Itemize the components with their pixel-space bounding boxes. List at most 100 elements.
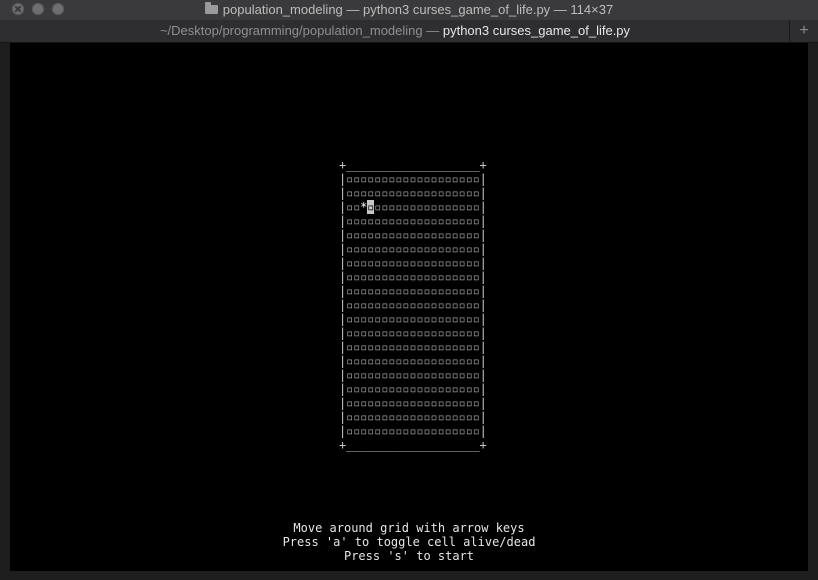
grid-cell-dead[interactable]: ▫: [452, 172, 459, 186]
grid-cell-dead[interactable]: ▫: [459, 270, 466, 284]
grid-cell-dead[interactable]: ▫: [459, 382, 466, 396]
grid-cell-dead[interactable]: ▫: [459, 200, 466, 214]
grid-cell-dead[interactable]: ▫: [444, 382, 451, 396]
grid-cell-dead[interactable]: ▫: [346, 340, 353, 354]
grid-cell-dead[interactable]: ▫: [346, 242, 353, 256]
grid-cell-dead[interactable]: ▫: [346, 312, 353, 326]
grid-cell-dead[interactable]: ▫: [466, 242, 473, 256]
grid-cell-dead[interactable]: ▫: [459, 354, 466, 368]
grid-cell-dead[interactable]: ▫: [466, 298, 473, 312]
grid-cell-dead[interactable]: ▫: [452, 312, 459, 326]
grid-cell-dead[interactable]: ▫: [452, 354, 459, 368]
grid-cell-dead[interactable]: ▫: [346, 326, 353, 340]
grid-cell-dead[interactable]: ▫: [346, 172, 353, 186]
grid-cell-dead[interactable]: ▫: [459, 368, 466, 382]
grid-cell-dead[interactable]: ▫: [459, 256, 466, 270]
grid-cell-dead[interactable]: ▫: [459, 424, 466, 438]
grid-cell-dead[interactable]: ▫: [452, 200, 459, 214]
grid-cell-dead[interactable]: ▫: [459, 214, 466, 228]
grid-cell-dead[interactable]: ▫: [466, 368, 473, 382]
grid-cell-dead[interactable]: ▫: [466, 200, 473, 214]
grid-cell-dead[interactable]: ▫: [459, 298, 466, 312]
grid-cell-dead[interactable]: ▫: [473, 242, 480, 256]
grid-cell-dead[interactable]: ▫: [473, 340, 480, 354]
grid-cell-dead[interactable]: ▫: [473, 284, 480, 298]
grid-cell-dead[interactable]: ▫: [466, 228, 473, 242]
grid-cell-dead[interactable]: ▫: [444, 354, 451, 368]
grid-cell-dead[interactable]: ▫: [346, 228, 353, 242]
grid-cell-dead[interactable]: ▫: [466, 410, 473, 424]
grid-cell-dead[interactable]: ▫: [473, 312, 480, 326]
grid-cell-dead[interactable]: ▫: [346, 270, 353, 284]
grid-cell-dead[interactable]: ▫: [473, 186, 480, 200]
grid-cell-dead[interactable]: ▫: [444, 312, 451, 326]
grid-cell-dead[interactable]: ▫: [444, 172, 451, 186]
grid-cell-dead[interactable]: ▫: [444, 214, 451, 228]
grid-cell-dead[interactable]: ▫: [459, 228, 466, 242]
grid-cell-dead[interactable]: ▫: [459, 340, 466, 354]
grid-cell-dead[interactable]: ▫: [459, 312, 466, 326]
grid-cell-dead[interactable]: ▫: [473, 228, 480, 242]
grid-cell-dead[interactable]: ▫: [466, 326, 473, 340]
grid-cell-dead[interactable]: ▫: [444, 396, 451, 410]
grid-cell-dead[interactable]: ▫: [444, 186, 451, 200]
grid-cell-dead[interactable]: ▫: [452, 242, 459, 256]
grid-cell-dead[interactable]: ▫: [466, 340, 473, 354]
grid-cell-dead[interactable]: ▫: [452, 186, 459, 200]
grid-cell-dead[interactable]: ▫: [452, 256, 459, 270]
grid-cell-dead[interactable]: ▫: [466, 270, 473, 284]
grid-cell-dead[interactable]: ▫: [346, 410, 353, 424]
grid-cell-dead[interactable]: ▫: [473, 298, 480, 312]
grid-cell-dead[interactable]: ▫: [346, 186, 353, 200]
grid-cell-dead[interactable]: ▫: [452, 228, 459, 242]
grid-cell-dead[interactable]: ▫: [473, 214, 480, 228]
grid-cell-dead[interactable]: ▫: [452, 298, 459, 312]
grid-cell-dead[interactable]: ▫: [346, 424, 353, 438]
grid-cell-dead[interactable]: ▫: [452, 424, 459, 438]
grid-cell-dead[interactable]: ▫: [444, 270, 451, 284]
grid-cell-dead[interactable]: ▫: [459, 326, 466, 340]
grid-cell-dead[interactable]: ▫: [346, 368, 353, 382]
grid-cell-dead[interactable]: ▫: [459, 410, 466, 424]
grid-cell-dead[interactable]: ▫: [466, 424, 473, 438]
grid-cell-dead[interactable]: ▫: [473, 270, 480, 284]
grid-cell-dead[interactable]: ▫: [452, 214, 459, 228]
grid-cell-dead[interactable]: ▫: [346, 200, 353, 214]
grid-cell-dead[interactable]: ▫: [473, 396, 480, 410]
grid-cell-dead[interactable]: ▫: [444, 326, 451, 340]
grid-cell-dead[interactable]: ▫: [466, 186, 473, 200]
grid-cell-dead[interactable]: ▫: [466, 312, 473, 326]
grid-cell-dead[interactable]: ▫: [473, 368, 480, 382]
grid-cell-dead[interactable]: ▫: [444, 200, 451, 214]
grid-cell-dead[interactable]: ▫: [473, 256, 480, 270]
grid-cell-dead[interactable]: ▫: [444, 256, 451, 270]
grid-cell-dead[interactable]: ▫: [452, 270, 459, 284]
grid-cell-dead[interactable]: ▫: [459, 172, 466, 186]
grid-cell-dead[interactable]: ▫: [444, 368, 451, 382]
grid-cell-dead[interactable]: ▫: [452, 410, 459, 424]
grid-cell-dead[interactable]: ▫: [466, 172, 473, 186]
grid-cell-dead[interactable]: ▫: [346, 382, 353, 396]
grid-cell-dead[interactable]: ▫: [459, 396, 466, 410]
grid-cell-dead[interactable]: ▫: [452, 326, 459, 340]
grid-cell-dead[interactable]: ▫: [452, 368, 459, 382]
grid-cell-dead[interactable]: ▫: [473, 410, 480, 424]
grid-cell-dead[interactable]: ▫: [346, 354, 353, 368]
tab-terminal[interactable]: ~/Desktop/programming/population_modelin…: [0, 20, 790, 42]
grid-cell-dead[interactable]: ▫: [466, 284, 473, 298]
grid-cell-dead[interactable]: ▫: [466, 396, 473, 410]
grid-cell-dead[interactable]: ▫: [452, 396, 459, 410]
grid-cell-dead[interactable]: ▫: [444, 284, 451, 298]
grid-cell-dead[interactable]: ▫: [459, 186, 466, 200]
grid-cell-dead[interactable]: ▫: [459, 242, 466, 256]
grid-cell-dead[interactable]: ▫: [444, 228, 451, 242]
grid-cell-dead[interactable]: ▫: [466, 214, 473, 228]
grid-cell-dead[interactable]: ▫: [452, 340, 459, 354]
grid-cell-dead[interactable]: ▫: [444, 340, 451, 354]
grid-cell-dead[interactable]: ▫: [473, 354, 480, 368]
grid-cell-dead[interactable]: ▫: [346, 256, 353, 270]
grid-cell-dead[interactable]: ▫: [466, 354, 473, 368]
grid-cell-dead[interactable]: ▫: [444, 298, 451, 312]
grid-cell-dead[interactable]: ▫: [459, 284, 466, 298]
grid-cell-dead[interactable]: ▫: [444, 424, 451, 438]
